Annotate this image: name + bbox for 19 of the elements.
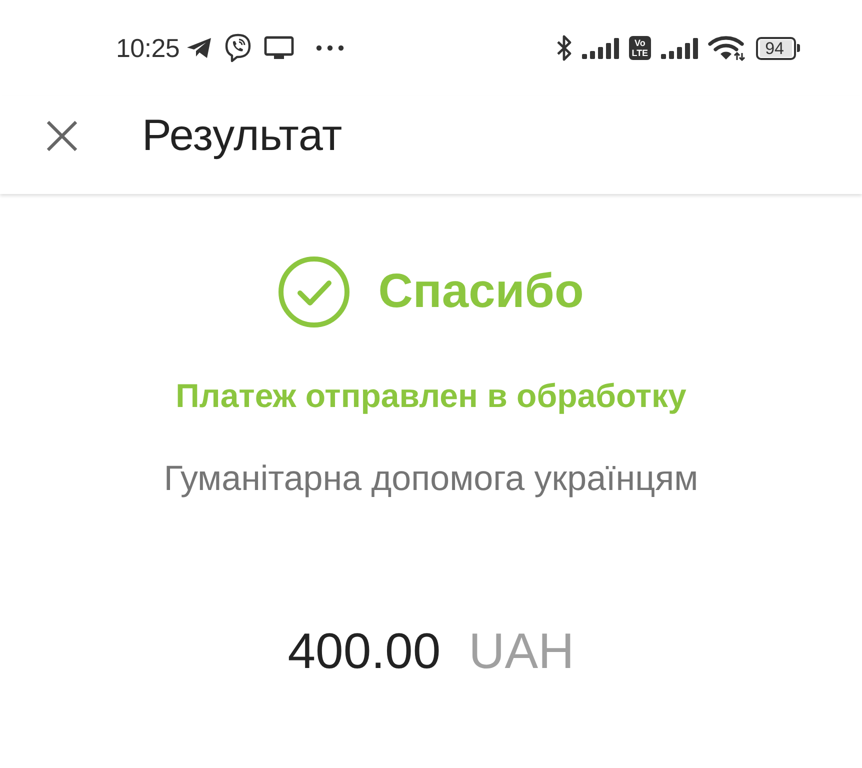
check-circle-icon xyxy=(278,256,350,328)
battery-percent: 94 xyxy=(760,40,792,56)
monitor-icon xyxy=(264,36,294,60)
screen-title: Результат xyxy=(142,112,342,160)
wifi-icon xyxy=(708,35,746,61)
result-title: Спасибо xyxy=(378,264,584,320)
clock-time: 10:25 xyxy=(116,33,180,63)
signal-icon xyxy=(582,37,619,59)
payment-description: Гуманітарна допомога українцям xyxy=(164,459,698,499)
amount-value: 400.00 xyxy=(288,623,441,679)
status-message: Платеж отправлен в обработку xyxy=(176,378,686,414)
paper-plane-icon xyxy=(186,37,212,59)
bluetooth-icon xyxy=(556,34,572,62)
network-type-badge: Vo LTE xyxy=(628,36,652,60)
currency-code: UAH xyxy=(468,623,574,679)
more-icon xyxy=(316,45,344,51)
phone-bubble-icon xyxy=(224,33,252,63)
close-icon xyxy=(46,120,78,152)
signal-icon xyxy=(661,37,698,59)
